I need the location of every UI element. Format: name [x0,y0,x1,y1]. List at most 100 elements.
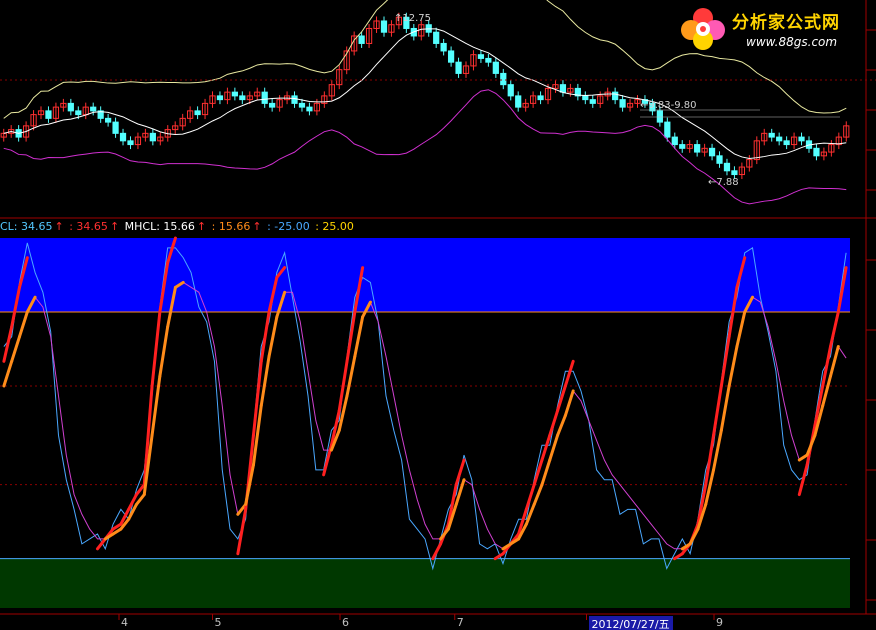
mhcl-rising-segment [267,315,279,358]
candle-body [664,121,671,138]
candle-body [127,140,134,146]
chart-stage: CL: 34.65 ↑ : 34.65 ↑ MHCL: 15.66 ↑ : 15.66… [0,0,876,630]
candle-body [612,91,619,101]
candle-body [731,170,738,176]
watermark-url: www.88gs.com [746,35,838,49]
cl-rising-segment [563,359,575,388]
candle-body [75,110,82,116]
legend-neg: : -25.00 [267,220,310,233]
candle-body [380,20,388,33]
cl-rising-segment [259,310,271,363]
mhcl-rising-segment [353,315,365,358]
candle-body [500,72,507,86]
legend-mhcl-value-arrow: ↑ [252,220,262,233]
cl-rising-segment [431,542,443,561]
candle-body [768,132,775,138]
candle-body [679,144,686,149]
candle-body [112,121,119,134]
mhcl-rising-segment [719,384,731,432]
candle-body [783,140,790,146]
candle-body [492,61,499,74]
cl-rising-segment [829,310,840,349]
cl-rising-segment [548,409,560,437]
mhcl-rising-segment [556,414,567,437]
mhcl-rising-segment [735,310,747,349]
candle-body [798,136,805,142]
cl-rising-segment [345,310,357,363]
x-tick-label: 4 [121,616,128,629]
candle-body [261,91,268,104]
candle-body [90,106,97,112]
x-tick-label: 9 [716,616,723,629]
candle-body [298,102,306,108]
candle-body [45,110,52,119]
candle-body [656,110,663,123]
flower-logo-icon [681,8,725,50]
candle-body [447,50,455,63]
x-tick-label: 7 [456,616,464,629]
cl-rising-segment [540,433,552,462]
mhcl-rising-segment [134,493,146,506]
candle-body [269,102,276,108]
candle-body [149,132,156,142]
candle-body [708,147,716,157]
legend-cl-label: CL: 34.65 [0,220,53,233]
cl-rising-segment [719,335,731,388]
x-tick-label: 2012/07/27/五 [588,616,673,630]
oversold-zone [0,558,850,608]
overbought-zone [0,238,850,312]
candle-body [694,144,701,153]
indicator-legend: CL: 34.65 ↑ : 34.65 ↑ MHCL: 15.66 ↑ : 15.66… [0,219,356,235]
candle-body [477,54,485,59]
candle-body [537,95,544,101]
annotation-mid: ←9.83-9.80 [640,100,697,111]
x-axis: 4 5 6 7 2012/07/27/五 9 [0,614,876,630]
candle-body [776,136,783,142]
mhcl-rising-segment [540,458,552,487]
mhcl-rising-segment [17,310,29,339]
legend-mhcl-arrow: ↑ [196,220,207,233]
candle-body [440,42,447,52]
legend-pos: : 25.00 [315,220,354,233]
candle-body [589,99,596,104]
cl-rising-segment [712,384,723,437]
candle-body [216,95,224,101]
cl-rising-segment [236,507,248,556]
candle-body [67,102,74,112]
candle-body [515,95,522,108]
x-tick-label: 6 [342,616,349,629]
candle-body [194,110,201,116]
candle-body [582,95,589,101]
chart-canvas [0,0,876,620]
annotation-low: ←7.88 [708,177,739,188]
candle-body [671,136,678,146]
mhcl-rising-segment [10,335,21,363]
mhcl-rising-segment [727,345,739,388]
candle-body [813,147,820,157]
legend-mhcl-label: MHCL: 15.66 [124,220,195,233]
cl-rising-segment [2,325,14,363]
legend-cl-value-arrow: ↑ [109,220,120,233]
candle-body [291,95,298,104]
candle-body [231,91,238,97]
mhcl-rising-segment [532,483,544,506]
candle-body [433,31,440,44]
candle-body [716,155,723,164]
candle-body [723,162,731,172]
candle-body [485,57,492,63]
candle-body [507,84,514,97]
watermark-title: 分析家公式网 [732,13,840,33]
cl-rising-segment [797,463,809,497]
mhcl-rising-segment [158,325,170,378]
annotation-high: ↑12.75 [394,13,432,24]
candle-body [306,106,313,112]
candle-body [239,95,246,101]
candle-body [619,99,626,108]
candle-body [105,117,112,123]
mhcl-rising-segment [563,389,575,418]
watermark: 分析家公式网 www.88gs.com [676,2,872,54]
candle-body [559,84,567,93]
candle-body [455,61,462,74]
candle-body [119,132,127,142]
candle-body [358,35,365,44]
